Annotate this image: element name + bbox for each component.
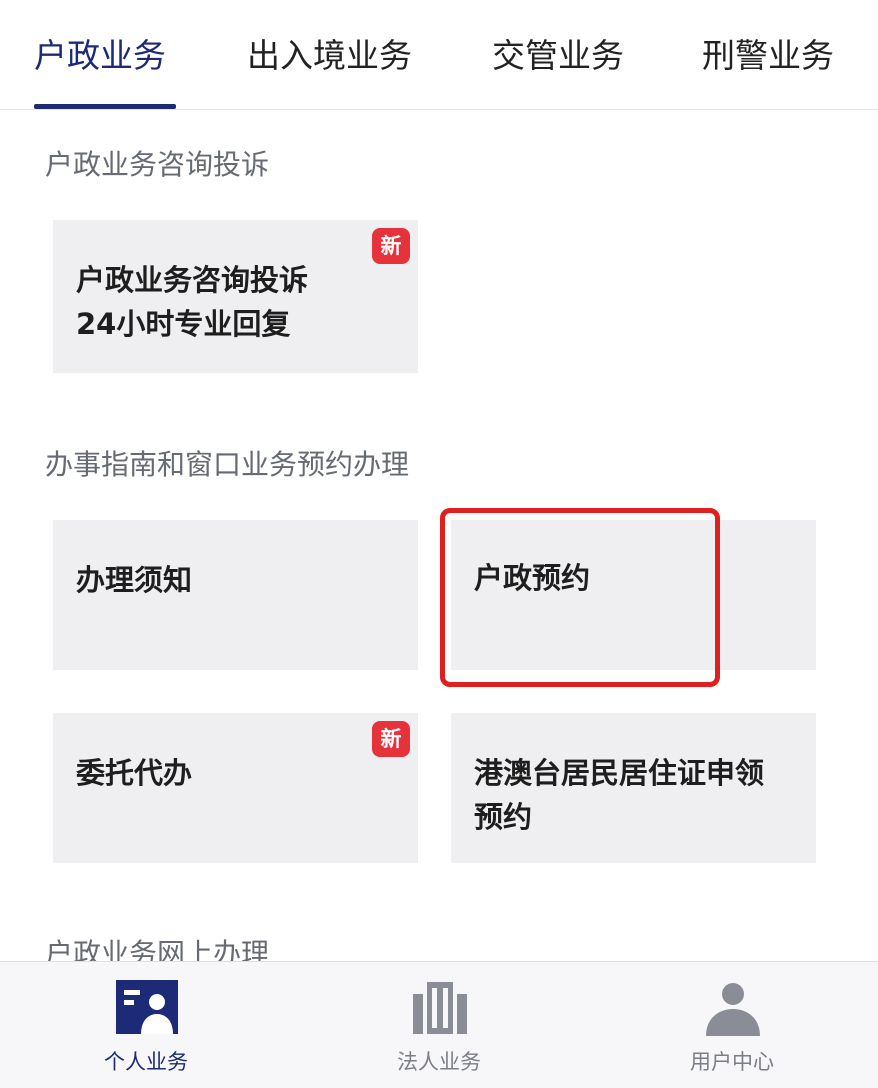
tab-traffic-management[interactable]: 交管业务	[492, 30, 624, 90]
hmt-card-line2: 预约	[474, 800, 533, 834]
tab-exit-entry[interactable]: 出入境业务	[247, 30, 412, 90]
nav-personal-business[interactable]: 个人业务	[46, 962, 246, 1088]
user-icon	[706, 983, 760, 1036]
entrusted-agent-card[interactable]: 委托代办 新	[53, 713, 418, 863]
section-title-guide: 办事指南和窗口业务预约办理	[45, 448, 410, 481]
tab-household-registration[interactable]: 户政业务	[34, 30, 166, 90]
hmt-residence-permit-card[interactable]: 港澳台居民居住证申领 预约	[451, 713, 816, 863]
hmt-card-line1: 港澳台居民居住证申领	[474, 756, 765, 790]
handling-notice-label: 办理须知	[76, 563, 193, 597]
nav-user-center[interactable]: 用户中心	[632, 962, 832, 1088]
hmt-residence-permit-text: 港澳台居民居住证申领 预约	[474, 751, 764, 839]
tab-criminal-police[interactable]: 刑警业务	[702, 30, 834, 90]
household-appointment-label: 户政预约	[474, 561, 591, 595]
building-icon	[413, 982, 467, 1034]
bottom-navigation: 个人业务 法人业务 用户中心	[0, 961, 878, 1088]
section-title-consult: 户政业务咨询投诉	[45, 148, 270, 181]
app-screen: 户政业务 出入境业务 交管业务 刑警业务 户政业务咨询投诉 户政业务咨询投诉 2…	[0, 0, 878, 1088]
top-tab-bar: 户政业务 出入境业务 交管业务 刑警业务	[0, 0, 878, 110]
nav-user-center-label: 用户中心	[690, 1050, 774, 1074]
consult-card-text: 户政业务咨询投诉 24小时专业回复	[76, 258, 308, 346]
handling-notice-card[interactable]: 办理须知	[53, 520, 418, 670]
new-badge: 新	[372, 228, 410, 264]
consult-card-line2: 24小时专业回复	[76, 307, 291, 341]
new-badge: 新	[372, 721, 410, 757]
nav-personal-business-label: 个人业务	[104, 1050, 188, 1074]
consult-complaint-card[interactable]: 户政业务咨询投诉 24小时专业回复 新	[53, 220, 418, 373]
entrusted-agent-label: 委托代办	[76, 756, 193, 790]
household-appointment-card[interactable]: 户政预约	[451, 520, 816, 670]
personal-business-icon	[116, 980, 178, 1034]
consult-card-line1: 户政业务咨询投诉	[76, 263, 309, 297]
nav-legal-person-business[interactable]: 法人业务	[339, 962, 539, 1088]
nav-legal-person-business-label: 法人业务	[397, 1050, 481, 1074]
active-tab-indicator	[34, 104, 176, 109]
